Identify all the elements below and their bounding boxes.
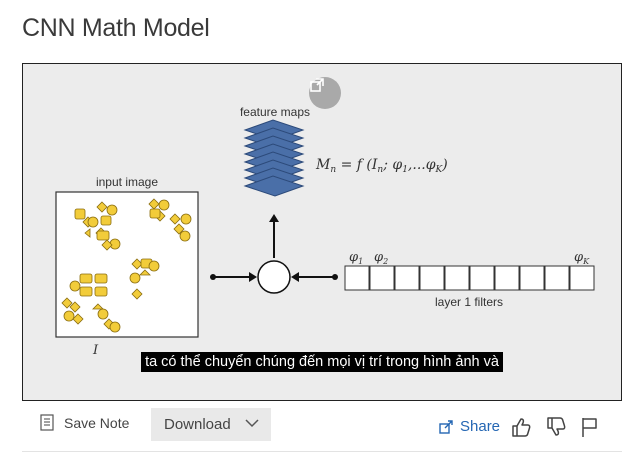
feature-maps-label: feature maps: [240, 105, 310, 119]
chevron-down-icon: [245, 419, 259, 428]
formula: Mn = f (In; φ1,...φK): [315, 157, 448, 175]
filters-label: layer 1 filters: [435, 295, 503, 309]
save-note-label: Save Note: [64, 414, 130, 431]
popout-icon: [310, 78, 324, 92]
phi1-label: φ1: [349, 250, 363, 266]
share-button[interactable]: Share: [439, 418, 500, 435]
input-image-label: input image: [96, 175, 158, 189]
thumbs-down-icon[interactable]: [545, 416, 567, 438]
page-title: CNN Math Model: [22, 14, 210, 42]
share-icon: [439, 419, 453, 434]
video-toolbar: Save Note Download Share: [22, 408, 622, 444]
toolbar-divider: [22, 451, 622, 452]
feature-map-stack: [243, 119, 305, 197]
thumbs-up-icon[interactable]: [510, 416, 532, 438]
flag-icon[interactable]: [580, 416, 600, 438]
phiK-label: φK: [574, 250, 590, 266]
caption-text: ta có thể chuyển chúng đến mọi vị trí tr…: [141, 352, 503, 372]
convolution-node: [257, 260, 291, 294]
popout-button[interactable]: [309, 77, 341, 109]
note-icon: [40, 414, 54, 431]
save-note-button[interactable]: Save Note: [40, 414, 129, 431]
video-player[interactable]: feature maps Mn = f (In; φ1,...φK) input…: [22, 63, 622, 401]
download-label: Download: [164, 416, 231, 433]
subtitle-caption: ta có thể chuyển chúng đến mọi vị trí tr…: [23, 352, 621, 372]
phi2-label: φ2: [374, 250, 388, 266]
download-dropdown[interactable]: Download: [151, 408, 271, 441]
share-label: Share: [460, 418, 501, 435]
filter-boxes: [344, 265, 595, 291]
